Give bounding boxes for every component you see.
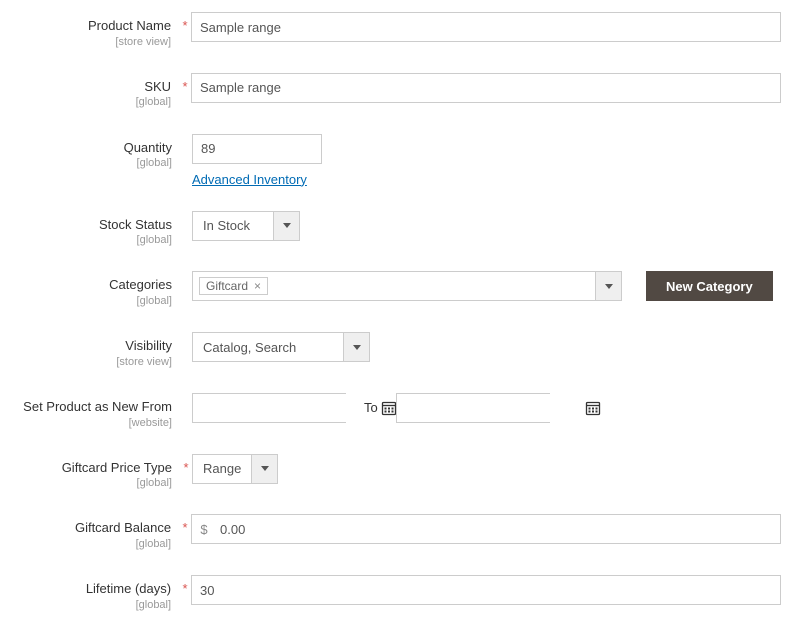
label-visibility: Visibility — [125, 338, 172, 353]
scope-sku: [global] — [10, 96, 171, 109]
required-spacer — [180, 134, 192, 140]
label-categories: Categories — [109, 277, 172, 292]
categories-multiselect[interactable]: Giftcard × — [192, 271, 622, 301]
currency-symbol: $ — [192, 515, 216, 543]
required-marker: * — [180, 454, 192, 475]
scope-new-from: [website] — [10, 417, 172, 430]
date-from-input[interactable] — [193, 394, 381, 422]
category-tag-label: Giftcard — [206, 279, 248, 293]
row-sku: SKU [global] * — [10, 73, 781, 110]
required-spacer — [180, 393, 192, 399]
lifetime-input[interactable] — [191, 575, 781, 605]
calendar-icon[interactable] — [585, 394, 601, 422]
row-stock-status: Stock Status [global] In Stock — [10, 211, 781, 248]
to-label: To — [356, 400, 386, 415]
row-new-from: Set Product as New From [website] To — [10, 393, 781, 430]
scope-lifetime: [global] — [10, 599, 171, 612]
row-balance: Giftcard Balance [global] * $ — [10, 514, 781, 551]
scope-quantity: [global] — [10, 157, 172, 170]
label-product-name: Product Name — [88, 18, 171, 33]
advanced-inventory-link[interactable]: Advanced Inventory — [192, 172, 307, 187]
price-type-value: Range — [193, 455, 251, 483]
required-marker: * — [179, 514, 191, 535]
product-name-input[interactable] — [191, 12, 781, 42]
label-stock-status: Stock Status — [99, 217, 172, 232]
new-category-button[interactable]: New Category — [646, 271, 773, 301]
required-spacer — [180, 271, 192, 277]
row-price-type: Giftcard Price Type [global] * Range — [10, 454, 781, 491]
label-lifetime: Lifetime (days) — [86, 581, 171, 596]
category-tag: Giftcard × — [199, 277, 268, 295]
label-new-from: Set Product as New From — [23, 399, 172, 414]
label-balance: Giftcard Balance — [75, 520, 171, 535]
stock-status-select[interactable]: In Stock — [192, 211, 300, 241]
stock-status-value: In Stock — [193, 212, 273, 240]
scope-balance: [global] — [10, 538, 171, 551]
chevron-down-icon — [605, 284, 613, 289]
close-icon[interactable]: × — [254, 279, 261, 293]
row-product-name: Product Name [store view] * — [10, 12, 781, 49]
chevron-down-icon — [283, 223, 291, 228]
required-spacer — [180, 332, 192, 338]
scope-stock-status: [global] — [10, 234, 172, 247]
balance-field[interactable]: $ — [191, 514, 781, 544]
row-categories: Categories [global] Giftcard × New Categ… — [10, 271, 781, 308]
visibility-value: Catalog, Search — [193, 333, 343, 361]
row-lifetime: Lifetime (days) [global] * — [10, 575, 781, 612]
scope-price-type: [global] — [10, 477, 172, 490]
label-quantity: Quantity — [124, 140, 172, 155]
date-from-field[interactable] — [192, 393, 346, 423]
required-spacer — [180, 211, 192, 217]
price-type-select[interactable]: Range — [192, 454, 278, 484]
required-marker: * — [179, 73, 191, 94]
row-quantity: Quantity [global] Advanced Inventory — [10, 134, 781, 187]
visibility-select[interactable]: Catalog, Search — [192, 332, 370, 362]
scope-categories: [global] — [10, 295, 172, 308]
scope-visibility: [store view] — [10, 356, 172, 369]
label-price-type: Giftcard Price Type — [62, 460, 172, 475]
chevron-down-icon — [353, 345, 361, 350]
sku-input[interactable] — [191, 73, 781, 103]
balance-input[interactable] — [216, 515, 780, 543]
label-sku: SKU — [144, 79, 171, 94]
date-to-field[interactable] — [396, 393, 550, 423]
required-marker: * — [179, 575, 191, 596]
scope-product-name: [store view] — [10, 36, 171, 49]
chevron-down-icon — [261, 466, 269, 471]
quantity-input[interactable] — [192, 134, 322, 164]
row-visibility: Visibility [store view] Catalog, Search — [10, 332, 781, 369]
required-marker: * — [179, 12, 191, 33]
date-to-input[interactable] — [397, 394, 585, 422]
